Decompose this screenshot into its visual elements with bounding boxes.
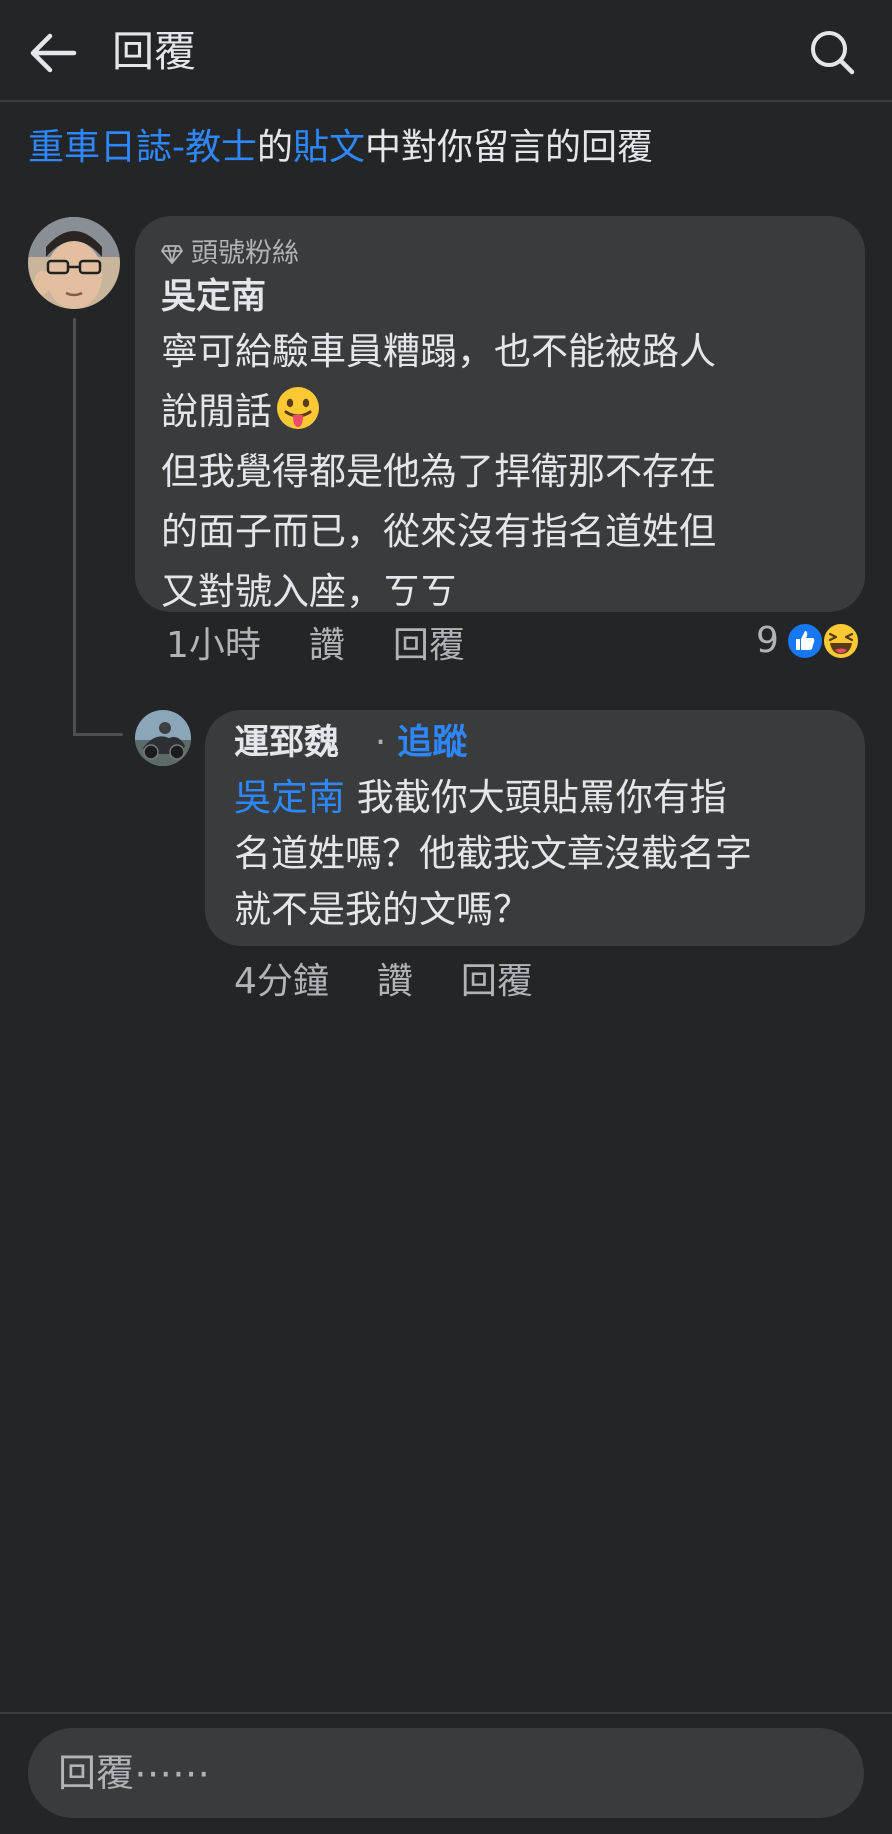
- reaction-count: 9: [756, 620, 779, 661]
- reply-bubble[interactable]: 運郅魏 · 追蹤 吳定南 我截你大頭貼罵你有指 名道姓嗎？他截我文章沒截名字 就…: [205, 710, 865, 946]
- follow-section: · 追蹤: [375, 720, 467, 766]
- composer-divider: [0, 1712, 892, 1714]
- context-rest: 中對你留言的回覆: [365, 127, 654, 168]
- reply-line: 吳定南 我截你大頭貼罵你有指: [234, 770, 752, 826]
- reply-line: 名道姓嗎？他截我文章沒截名字: [234, 832, 752, 875]
- comment-line: 又對號入座，ㄎㄎ: [161, 570, 457, 613]
- like-button[interactable]: 讚: [309, 622, 345, 670]
- separator-dot: ·: [375, 723, 387, 763]
- comment-line-with-emoji: 說閒話: [161, 382, 716, 442]
- like-reaction-icon: [785, 621, 824, 660]
- haha-reaction-icon: [821, 621, 860, 660]
- search-button[interactable]: [806, 26, 858, 78]
- avatar[interactable]: [135, 710, 191, 766]
- reply-text: 吳定南 我截你大頭貼罵你有指 名道姓嗎？他截我文章沒截名字 就不是我的文嗎？: [234, 770, 752, 938]
- comment-text: 寧可給驗車員糟蹋，也不能被路人 說閒話 但我覺得都是他為了捍衛那不存在 的面子而…: [161, 322, 716, 622]
- avatar[interactable]: [28, 217, 120, 309]
- reply-author[interactable]: 運郅魏: [234, 720, 339, 766]
- thread-connector-branch: [73, 733, 123, 736]
- comment-line: 的面子而已，從來沒有指名道姓但: [161, 510, 716, 553]
- reply-button[interactable]: 回覆: [393, 622, 465, 670]
- diamond-icon: [161, 245, 183, 264]
- reply-context: 重車日誌-教士的貼文中對你留言的回覆: [28, 122, 653, 174]
- reply-line: 就不是我的文嗎？: [234, 888, 530, 931]
- comment-timestamp[interactable]: 1小時: [166, 622, 261, 670]
- reaction-summary[interactable]: 9: [756, 620, 861, 661]
- comment-line: 寧可給驗車員糟蹋，也不能被路人: [161, 330, 716, 373]
- page-name-link[interactable]: 重車日誌-教士: [28, 127, 257, 168]
- tongue-out-emoji: [277, 387, 319, 429]
- reply-timestamp[interactable]: 4分鐘: [234, 958, 329, 1006]
- post-link[interactable]: 貼文: [293, 127, 365, 168]
- arrow-left-icon: [30, 33, 77, 73]
- mention-link[interactable]: 吳定南: [234, 776, 345, 819]
- back-button[interactable]: [26, 26, 80, 80]
- comment-author[interactable]: 吳定南: [161, 274, 266, 320]
- search-icon: [811, 31, 855, 75]
- top-fan-badge: 頭號粉絲: [161, 236, 299, 272]
- profile-photo: [135, 710, 191, 766]
- follow-button[interactable]: 追蹤: [397, 723, 467, 763]
- comment-actions: 1小時 讚 回覆: [166, 622, 465, 670]
- reply-line-text: 我截你大頭貼罵你有指: [345, 776, 727, 819]
- page-title: 回覆: [112, 27, 197, 76]
- reply-input[interactable]: [28, 1728, 864, 1818]
- comment-line: 但我覺得都是他為了捍衛那不存在: [161, 450, 716, 493]
- reply-button[interactable]: 回覆: [461, 958, 533, 1006]
- reply-actions: 4分鐘 讚 回覆: [234, 958, 533, 1006]
- profile-photo: [28, 217, 120, 309]
- top-bar: 回覆: [0, 0, 892, 102]
- badge-label: 頭號粉絲: [191, 238, 299, 269]
- context-of: 的: [257, 127, 294, 168]
- thread-connector: [73, 318, 76, 736]
- like-button[interactable]: 讚: [377, 958, 413, 1006]
- comment-bubble[interactable]: 頭號粉絲 吳定南 寧可給驗車員糟蹋，也不能被路人 說閒話 但我覺得都是他為了捍衛…: [135, 216, 865, 613]
- comment-line: 說閒話: [161, 390, 272, 433]
